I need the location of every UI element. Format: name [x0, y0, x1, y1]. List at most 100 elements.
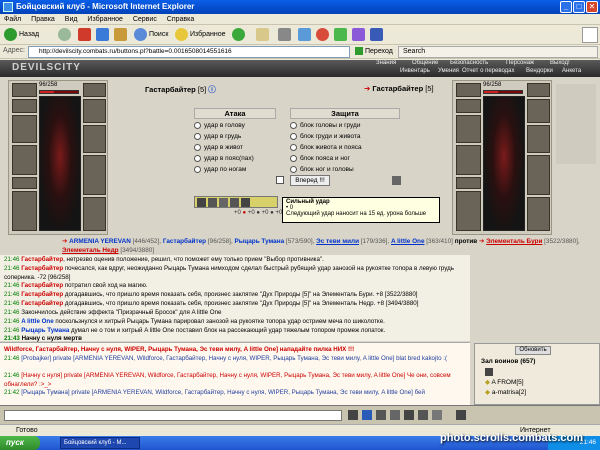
info-icon[interactable]: ⓘ [208, 85, 216, 94]
team-member[interactable]: Гастарбайтер [163, 238, 206, 245]
right-slot-amulet[interactable] [456, 99, 481, 113]
radio-icon[interactable] [290, 165, 297, 173]
print-button[interactable] [278, 27, 293, 43]
attack-option[interactable]: удар в пояс(пах) [194, 153, 284, 164]
enemy-member[interactable]: Элементаль Бури [486, 238, 542, 245]
defense-option[interactable]: блок ног и головы [290, 164, 400, 175]
right-slot-earrings[interactable] [527, 83, 550, 97]
left-slot-armor[interactable] [12, 145, 37, 175]
right-slot-rings[interactable] [527, 155, 550, 195]
defense-option[interactable]: блок головы и груди [290, 120, 400, 131]
my-fighter-name[interactable]: Гастарбайтер [5] ⓘ [145, 84, 216, 95]
sound-icon[interactable] [404, 410, 414, 420]
team-member[interactable]: ARMENIA YEREVAN [69, 238, 131, 245]
right-slot-shield[interactable] [527, 125, 550, 153]
right-slot-boots[interactable] [456, 191, 481, 231]
defense-option[interactable]: блок живота и пояса [290, 142, 400, 153]
left-slot-amulet[interactable] [12, 99, 37, 113]
radio-icon[interactable] [290, 132, 297, 140]
menu-view[interactable]: Вид [65, 16, 78, 23]
smile-icon[interactable] [362, 410, 372, 420]
nav-knowledge[interactable]: Знания [376, 60, 396, 66]
mail-button[interactable] [256, 27, 271, 43]
search-toolbar-input[interactable]: Search [398, 46, 598, 58]
skill-icon[interactable] [241, 198, 250, 207]
right-slot-armor[interactable] [456, 145, 481, 175]
user-list-item[interactable]: ◆ a-matrisa[2] [485, 388, 526, 396]
radio-icon[interactable] [194, 143, 201, 151]
address-input[interactable]: http://devilscity.combats.ru/buttons.pl?… [28, 46, 350, 58]
radio-icon[interactable] [194, 121, 201, 129]
nav-transfers[interactable]: Отчет о переводах [462, 68, 515, 74]
team-member[interactable]: Эс теви мили [316, 238, 359, 245]
radio-icon[interactable] [194, 154, 201, 162]
nav-profile[interactable]: Анкета [562, 68, 581, 74]
skill-icon[interactable] [197, 198, 206, 207]
filter-icon[interactable] [376, 410, 386, 420]
refresh-button[interactable] [96, 27, 111, 43]
right-slot-gloves[interactable] [527, 99, 550, 123]
right-slot-legs[interactable] [527, 197, 550, 231]
left-slot-helmet[interactable] [12, 83, 37, 97]
discuss-button[interactable] [352, 27, 367, 43]
start-button[interactable]: пуск [0, 436, 40, 450]
menu-help[interactable]: Справка [167, 16, 194, 23]
send-icon[interactable] [348, 410, 358, 420]
nav-chat[interactable]: Общение [412, 60, 438, 66]
menu-file[interactable]: Файл [4, 16, 21, 23]
left-slot-earrings[interactable] [83, 83, 106, 97]
back-button[interactable]: Назад [4, 27, 39, 43]
history-button[interactable] [334, 27, 349, 43]
skill-icon[interactable] [219, 198, 228, 207]
refresh-users-button[interactable]: Обновить [515, 346, 551, 355]
attack-option[interactable]: удар в голову [194, 120, 284, 131]
enemy-fighter-name[interactable]: ➔ Гастарбайтер [5] [364, 84, 434, 93]
skill-icon[interactable] [208, 198, 217, 207]
minimize-button[interactable]: _ [560, 1, 572, 13]
attack-option[interactable]: удар по ногам [194, 164, 284, 175]
defense-option[interactable]: блок пояса и ног [290, 153, 400, 164]
left-slot-boots[interactable] [12, 191, 37, 231]
right-slot-weapon[interactable] [456, 115, 481, 143]
nav-exit[interactable]: Выход! [550, 60, 570, 66]
close-button[interactable]: ✕ [586, 1, 598, 13]
nav-character[interactable]: Персонаж [506, 60, 534, 66]
radio-icon[interactable] [194, 165, 201, 173]
nav-vendors[interactable]: Вендорки [526, 68, 553, 74]
team-member[interactable]: A little One [391, 238, 425, 245]
menu-tools[interactable]: Сервис [133, 16, 157, 23]
enemy-member[interactable]: Элементаль Недр [62, 247, 119, 254]
team-member[interactable]: Рыцарь Тумана [235, 238, 285, 245]
left-slot-legs[interactable] [83, 197, 106, 231]
radio-icon[interactable] [290, 121, 297, 129]
right-slot-helmet[interactable] [456, 83, 481, 97]
menu-edit[interactable]: Правка [31, 16, 55, 23]
defense-option[interactable]: блок груди и живота [290, 131, 400, 142]
exit-chat-icon[interactable] [456, 410, 466, 420]
settings-icon[interactable] [418, 410, 428, 420]
chat-input[interactable] [4, 410, 342, 421]
home-button[interactable] [114, 27, 129, 43]
radio-icon[interactable] [194, 132, 201, 140]
forward-nav-button[interactable] [58, 27, 73, 43]
skill-icon[interactable] [230, 198, 239, 207]
refresh-battle-icon[interactable] [392, 176, 401, 185]
left-slot-belt[interactable] [12, 177, 37, 189]
menu-favorites[interactable]: Избранное [87, 16, 122, 23]
taskbar-task[interactable]: Бойцовский клуб - M... [60, 437, 140, 449]
left-slot-shield[interactable] [83, 125, 106, 153]
translit-icon[interactable] [432, 410, 442, 420]
clear-icon[interactable] [390, 410, 400, 420]
nav-inventory[interactable]: Инвентарь [400, 68, 430, 74]
user-list-item[interactable]: ◆ A FROM[5] [485, 378, 524, 386]
search-button[interactable]: Поиск [134, 27, 168, 43]
go-button[interactable]: Переход [355, 47, 393, 55]
research-button[interactable] [370, 27, 385, 43]
favorites-button[interactable]: Избранное [175, 27, 225, 43]
attack-option[interactable]: удар в живот [194, 142, 284, 153]
nav-skills[interactable]: Умения [438, 68, 459, 74]
media-button[interactable] [232, 27, 247, 43]
edit-button[interactable] [298, 27, 313, 43]
nav-security[interactable]: Безопасность [450, 60, 488, 66]
stop-button[interactable] [78, 27, 93, 43]
